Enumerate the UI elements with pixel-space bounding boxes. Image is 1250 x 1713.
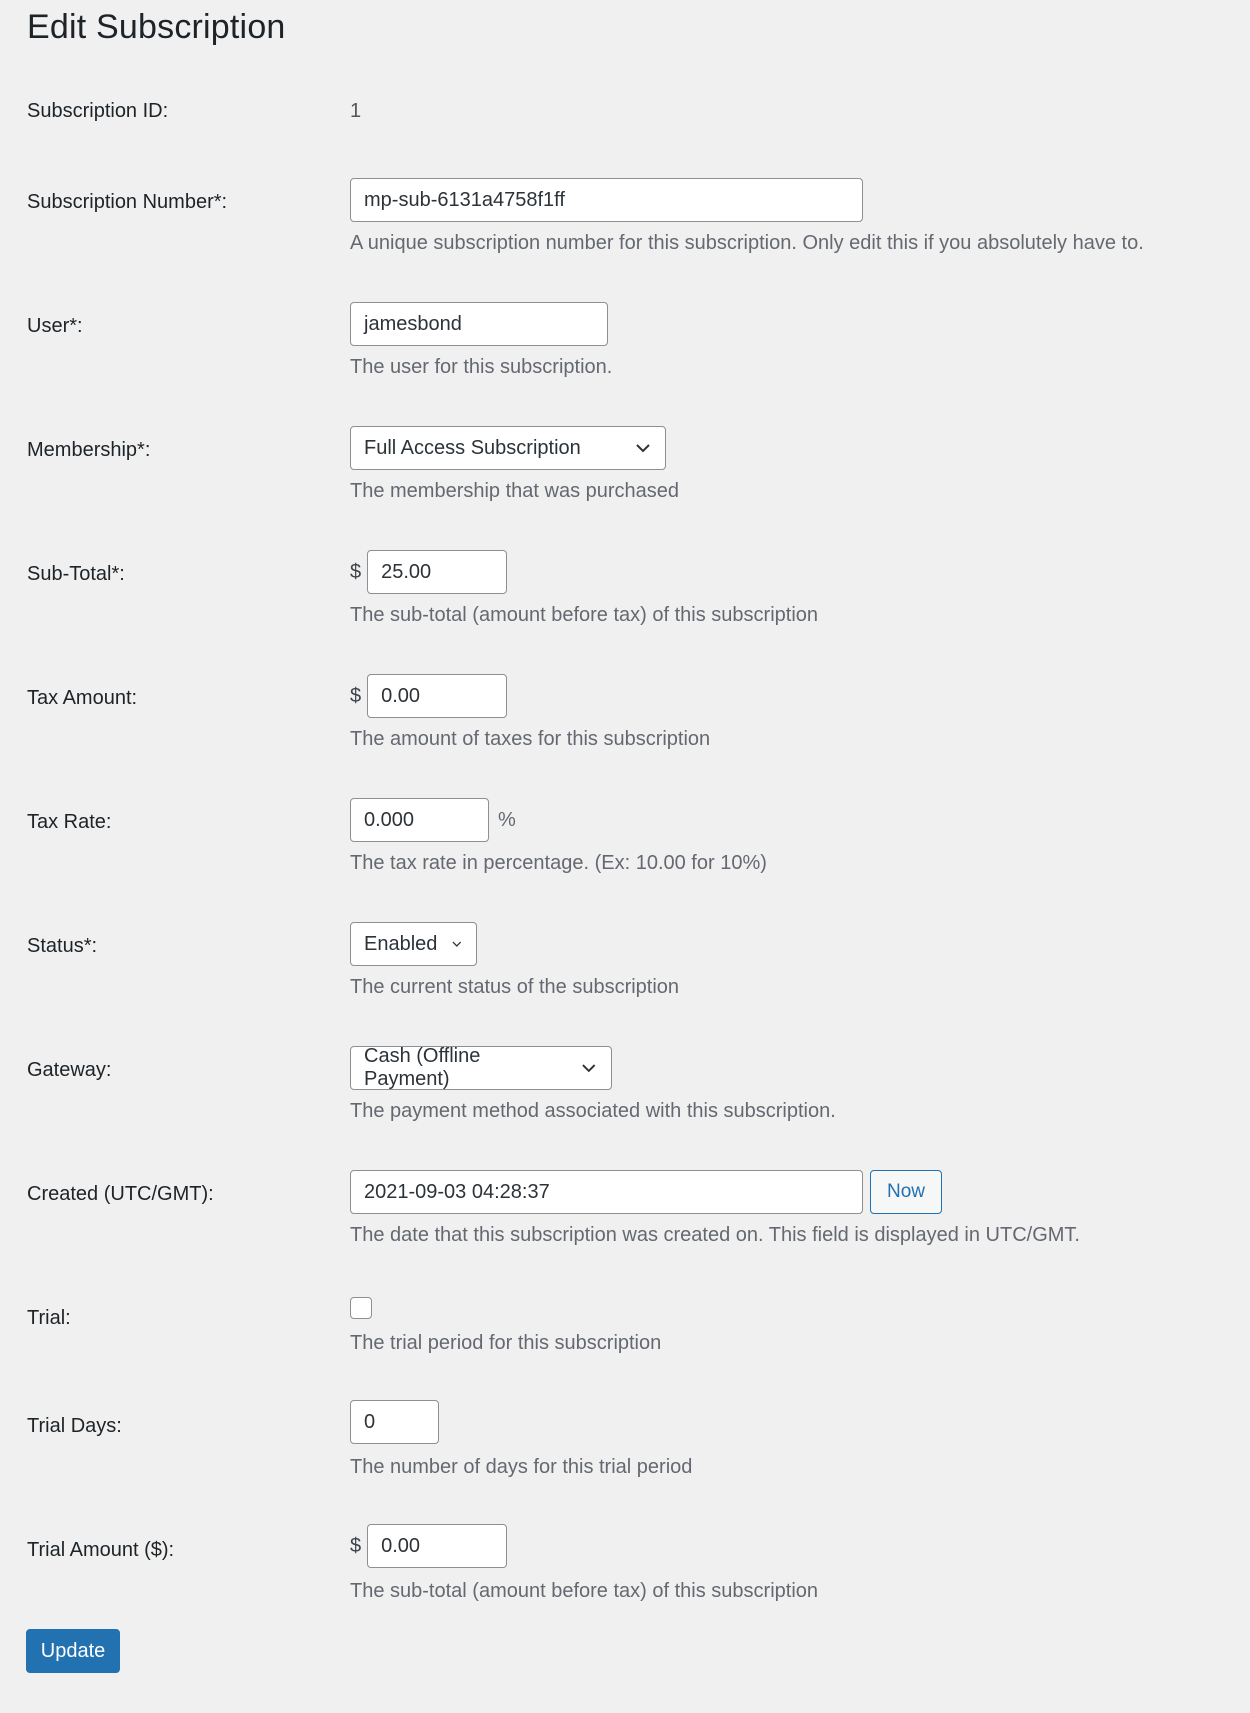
status-label: Status*: [27,935,98,957]
trial-description: The trial period for this subscription [350,1332,662,1354]
trial-amount-label: Trial Amount ($): [27,1539,175,1561]
gateway-select[interactable]: Cash (Offline Payment) [350,1045,612,1090]
sub-total-label: Sub-Total*: [27,563,125,585]
membership-select[interactable]: Full Access Subscription [350,426,666,470]
page-title: Edit Subscription [27,8,286,46]
currency-symbol: $ [350,684,362,707]
trial-days-label: Trial Days: [27,1415,122,1437]
user-label: User*: [27,315,83,337]
created-description: The date that this subscription was crea… [350,1224,1080,1246]
currency-symbol: $ [350,560,362,583]
trial-days-description: The number of days for this trial period [350,1456,693,1478]
subscription-number-description: A unique subscription number for this su… [350,232,1144,254]
tax-rate-description: The tax rate in percentage. (Ex: 10.00 f… [350,852,767,874]
subscription-id-value: 1 [350,100,362,122]
sub-total-input[interactable]: 25.00 [367,550,508,594]
tax-amount-description: The amount of taxes for this subscriptio… [350,728,711,750]
created-date-input[interactable]: 2021-09-03 04:28:37 [350,1170,863,1214]
status-selected-value: Enabled [364,932,438,955]
chevron-down-icon [636,444,650,453]
chevron-down-icon [452,941,462,947]
trial-amount-input[interactable]: 0.00 [367,1524,508,1568]
currency-symbol: $ [350,1534,362,1557]
trial-label: Trial: [27,1307,71,1329]
trial-days-input[interactable]: 0 [350,1400,439,1444]
tax-rate-label: Tax Rate: [27,811,112,833]
membership-description: The membership that was purchased [350,480,680,502]
gateway-selected-value: Cash (Offline Payment) [364,1045,481,1090]
chevron-down-icon [582,1064,596,1073]
membership-label: Membership*: [27,439,151,461]
tax-amount-input[interactable]: 0.00 [367,674,508,718]
status-select[interactable]: Enabled [350,922,477,966]
gateway-label: Gateway: [27,1059,112,1081]
subscription-number-label: Subscription Number*: [27,191,228,213]
trial-amount-description: The sub-total (amount before tax) of thi… [350,1580,819,1602]
tax-amount-label: Tax Amount: [27,687,138,709]
subscription-id-label: Subscription ID: [27,100,169,122]
trial-checkbox[interactable] [350,1297,372,1319]
tax-rate-input[interactable]: 0.000 [350,798,489,842]
gateway-description: The payment method associated with this … [350,1100,836,1122]
percent-symbol: % [498,808,516,831]
update-button[interactable]: Update [26,1629,120,1673]
user-description: The user for this subscription. [350,356,613,378]
subscription-number-input[interactable]: mp-sub-6131a4758f1ff [350,178,863,222]
sub-total-description: The sub-total (amount before tax) of thi… [350,604,819,626]
user-input[interactable]: jamesbond [350,302,608,346]
membership-selected-value: Full Access Subscription [364,436,581,459]
status-description: The current status of the subscription [350,976,680,998]
created-label: Created (UTC/GMT): [27,1183,214,1205]
now-button[interactable]: Now [870,1170,942,1214]
